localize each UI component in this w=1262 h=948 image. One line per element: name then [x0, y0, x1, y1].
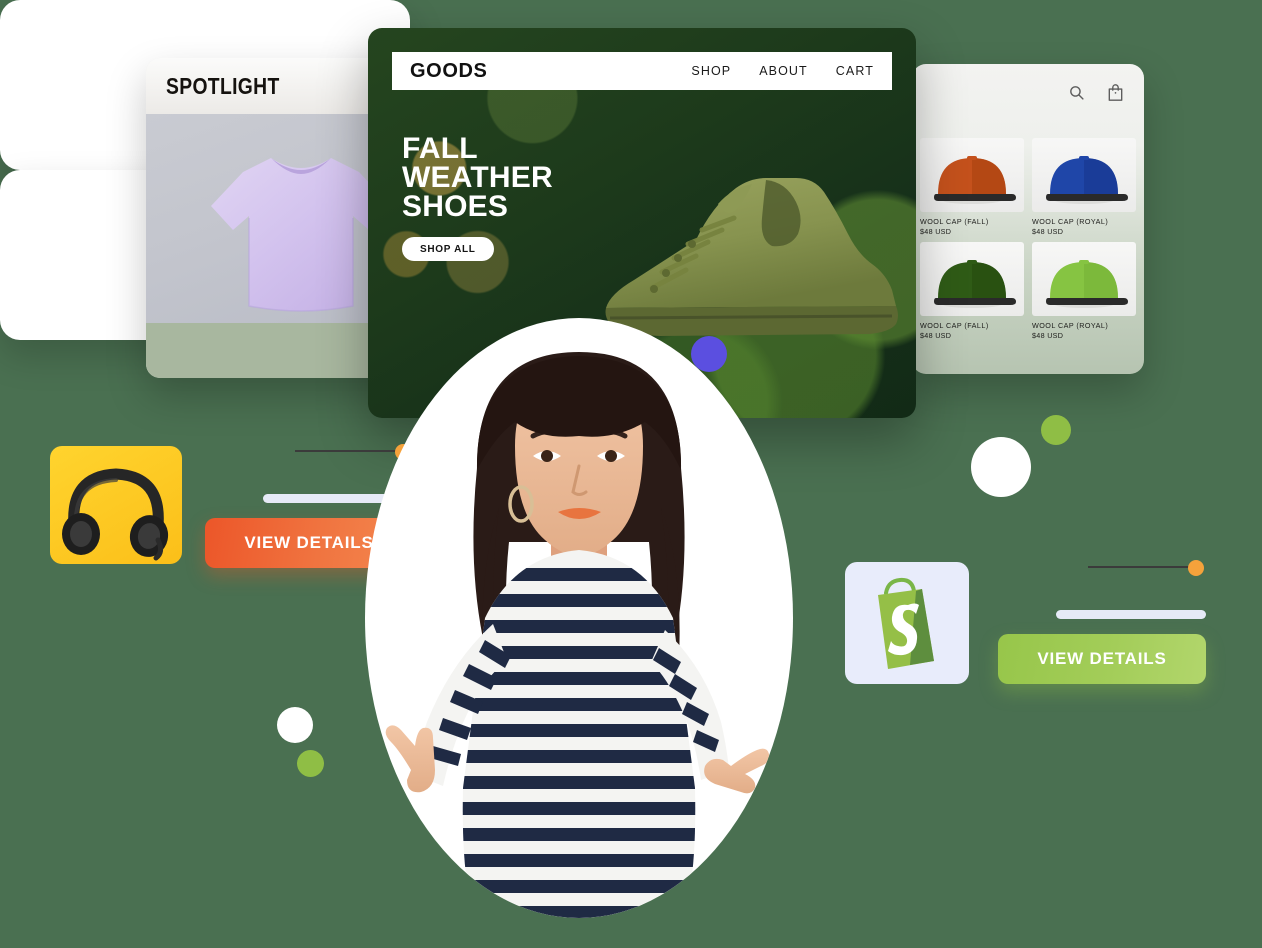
nav-link-cart[interactable]: CART — [836, 64, 874, 78]
nav-link-shop[interactable]: SHOP — [691, 64, 731, 78]
sneaker-icon — [605, 178, 898, 336]
accent-dot — [1188, 560, 1204, 576]
cap-image — [1032, 242, 1136, 316]
goods-nav-links: SHOP ABOUT CART — [691, 64, 874, 78]
spotlight-title: SPOTLIGHT — [166, 72, 280, 99]
shop-all-button[interactable]: SHOP ALL — [402, 237, 494, 261]
nav-link-about[interactable]: ABOUT — [759, 64, 808, 78]
cap-icon — [934, 260, 1016, 308]
search-icon[interactable] — [1068, 84, 1085, 101]
cap-product-name: WOOL CAP (FALL) — [920, 217, 989, 226]
cap-product-name: WOOL CAP (ROYAL) — [1032, 217, 1109, 226]
green-dot-sm — [1041, 415, 1071, 445]
green-dot-xs — [297, 750, 324, 777]
cap-icon — [934, 156, 1016, 204]
hero-copy: FALL WEATHER SHOES SHOP ALL — [402, 134, 553, 261]
shopping-bag-icon[interactable] — [1107, 83, 1124, 102]
cap-product-card[interactable]: WOOL CAP (ROYAL) $48 USD — [1032, 138, 1136, 236]
cap-product-price: $48 USD — [920, 331, 952, 340]
card-title-placeholder-line — [295, 450, 400, 452]
hero-composition: SPOTLIGHT WOOL CAP (FALL) $48 USD WOOL C… — [0, 0, 1262, 948]
shopify-bag-icon — [878, 577, 934, 669]
cap-image — [920, 138, 1024, 212]
card-title-placeholder-line — [1088, 566, 1193, 568]
view-details-button-green[interactable]: VIEW DETAILS — [998, 634, 1206, 684]
person-portrait — [365, 318, 793, 918]
card-text-placeholder-bar — [1056, 610, 1206, 619]
woman-pointing-illustration — [385, 352, 770, 918]
cap-product-price: $48 USD — [920, 227, 952, 236]
caps-panel-toolbar — [912, 64, 1144, 120]
cap-product-card[interactable]: WOOL CAP (FALL) $48 USD — [920, 138, 1024, 236]
goods-logo: GOODS — [410, 59, 488, 82]
cap-product-name: WOOL CAP (FALL) — [920, 321, 989, 330]
goods-navbar: GOODS SHOP ABOUT CART — [392, 52, 892, 90]
cap-product-card[interactable]: WOOL CAP (ROYAL) $48 USD — [1032, 242, 1136, 340]
purple-dot — [691, 336, 727, 372]
cap-product-name: WOOL CAP (ROYAL) — [1032, 321, 1109, 330]
cap-icon — [1046, 260, 1128, 308]
hero-headline-line-3: SHOES — [402, 190, 509, 223]
cap-product-card[interactable]: WOOL CAP (FALL) $48 USD — [920, 242, 1024, 340]
hero-headline-line-2: WEATHER — [402, 161, 553, 194]
headphones-icon — [62, 468, 169, 561]
cap-product-price: $48 USD — [1032, 331, 1064, 340]
headphones-thumbnail — [50, 446, 182, 564]
white-dot-sm — [277, 707, 313, 743]
cap-image — [920, 242, 1024, 316]
hero-headline-line-1: FALL — [402, 132, 478, 165]
cap-product-price: $48 USD — [1032, 227, 1064, 236]
shopify-thumbnail — [845, 562, 969, 684]
cap-image — [1032, 138, 1136, 212]
caps-panel[interactable]: WOOL CAP (FALL) $48 USD WOOL CAP (ROYAL)… — [912, 64, 1144, 374]
cap-icon — [1046, 156, 1128, 204]
caps-product-grid: WOOL CAP (FALL) $48 USD WOOL CAP (ROYAL)… — [912, 120, 1144, 340]
white-dot-lg — [971, 437, 1031, 497]
